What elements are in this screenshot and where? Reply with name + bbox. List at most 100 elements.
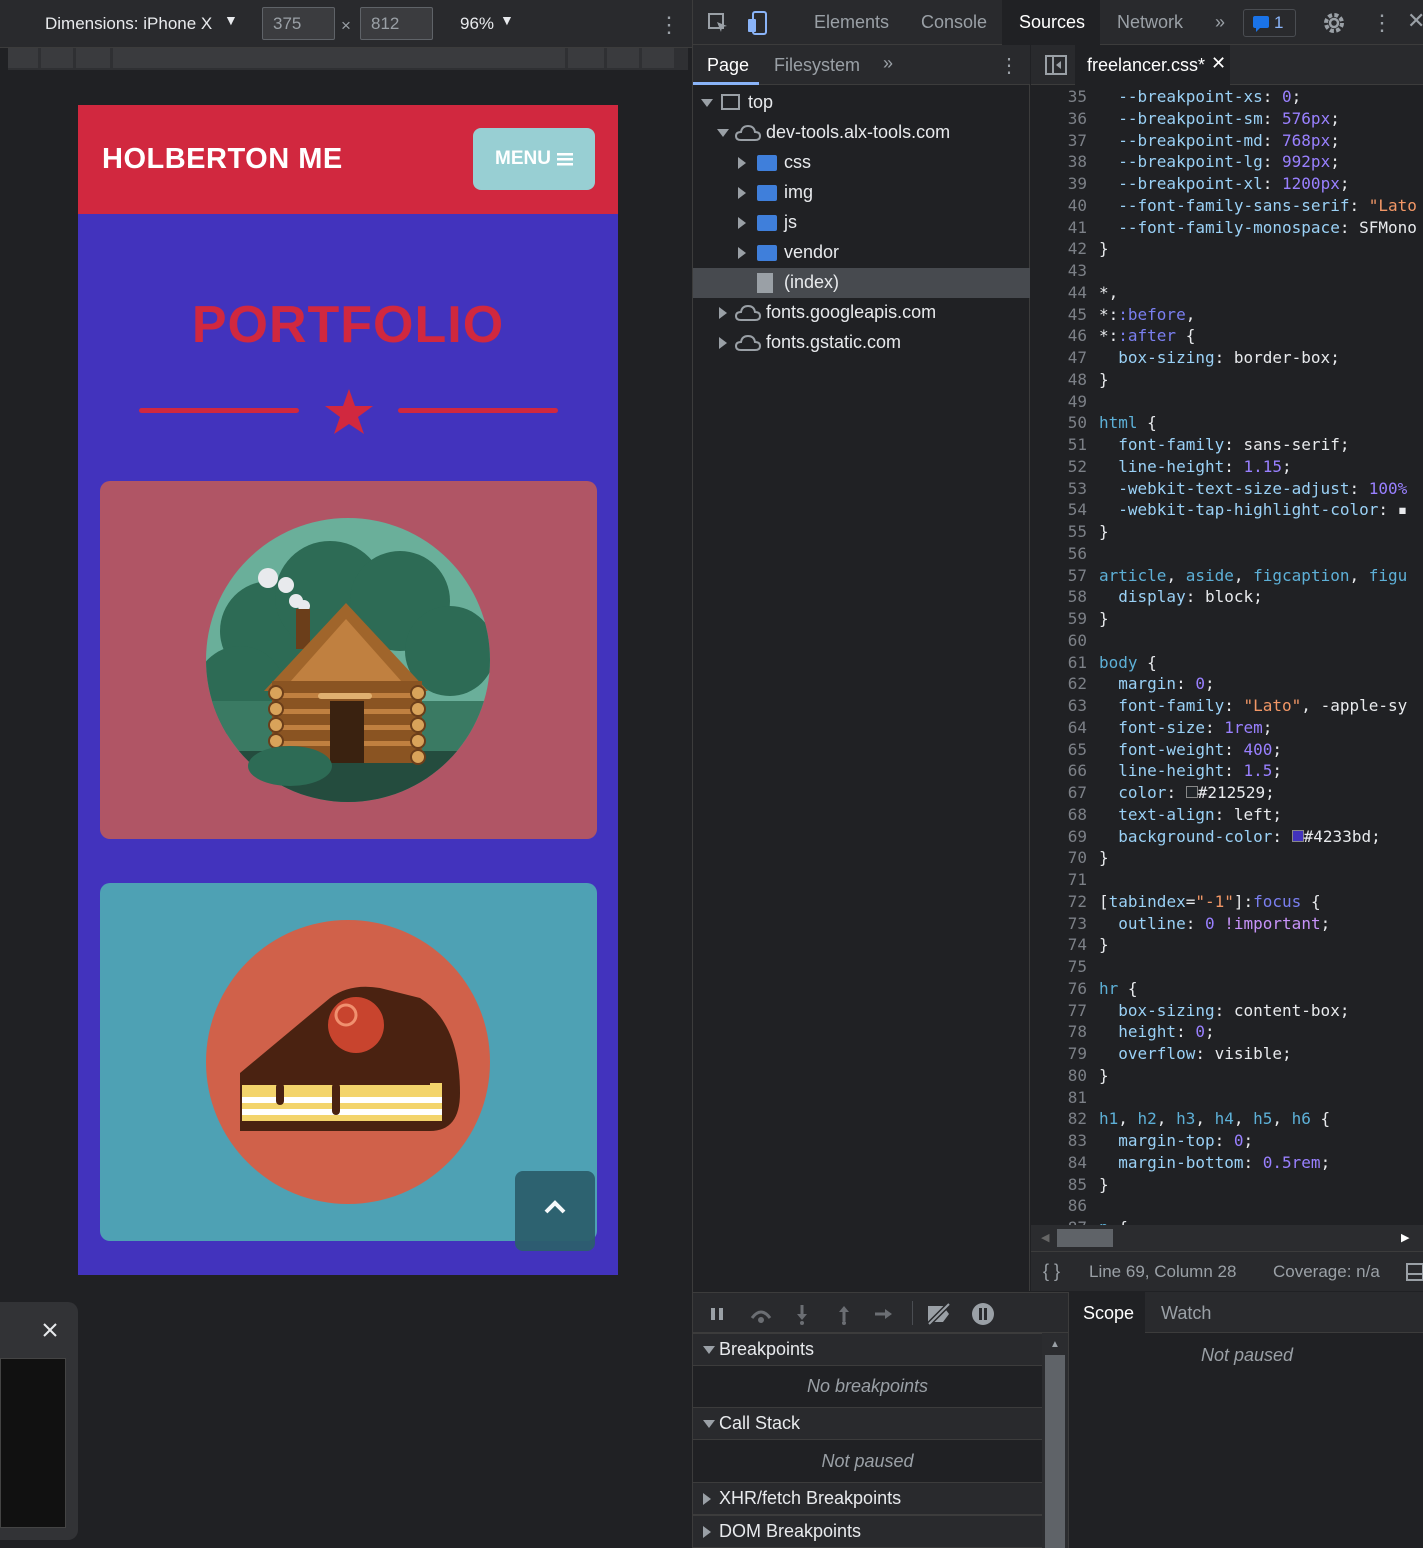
line-number[interactable]: 76: [1031, 979, 1087, 998]
tree-item-css[interactable]: css: [693, 148, 1030, 178]
line-number[interactable]: 61: [1031, 653, 1087, 672]
code-line[interactable]: 63 font-family: "Lato", -apple-sy: [1031, 696, 1423, 718]
tab-sources[interactable]: Sources: [1019, 12, 1085, 33]
code-line[interactable]: 69 background-color: #4233bd;: [1031, 827, 1423, 849]
line-number[interactable]: 81: [1031, 1088, 1087, 1107]
line-number[interactable]: 79: [1031, 1044, 1087, 1063]
line-number[interactable]: 75: [1031, 957, 1087, 976]
line-number[interactable]: 46: [1031, 326, 1087, 345]
code-line[interactable]: 85}: [1031, 1175, 1423, 1197]
line-number[interactable]: 56: [1031, 544, 1087, 563]
step-over-icon[interactable]: [748, 1304, 774, 1324]
line-number[interactable]: 82: [1031, 1109, 1087, 1128]
file-tab-freelancer[interactable]: freelancer.css* ✕: [1075, 45, 1230, 85]
code-line[interactable]: 46 *::after {: [1031, 326, 1423, 348]
portfolio-item-cabin[interactable]: [100, 481, 597, 839]
tab-filesystem[interactable]: Filesystem: [774, 55, 860, 76]
line-number[interactable]: 35: [1031, 87, 1087, 106]
line-number[interactable]: 60: [1031, 631, 1087, 650]
step-icon[interactable]: [873, 1305, 895, 1323]
tree-item-fonts-gstatic[interactable]: fonts.gstatic.com: [693, 328, 1030, 358]
dom-breakpoints-section[interactable]: DOM Breakpoints: [693, 1515, 1042, 1548]
code-line[interactable]: 51 font-family: sans-serif;: [1031, 435, 1423, 457]
code-line[interactable]: 70}: [1031, 848, 1423, 870]
line-number[interactable]: 40: [1031, 196, 1087, 215]
code-line[interactable]: 67 color: #212529;: [1031, 783, 1423, 805]
code-lines[interactable]: 35 --breakpoint-xs: 0; 36 --breakpoint-sm…: [1031, 85, 1423, 1225]
scroll-to-top-button[interactable]: [515, 1171, 595, 1251]
code-line[interactable]: 57 article, aside, figcaption, figu: [1031, 566, 1423, 588]
code-line[interactable]: 41 --font-family-monospace: SFMono: [1031, 218, 1423, 240]
zoom-dropdown[interactable]: 96%: [460, 14, 494, 34]
line-number[interactable]: 78: [1031, 1022, 1087, 1041]
tree-item-index[interactable]: (index): [693, 268, 1030, 298]
code-line[interactable]: 86: [1031, 1196, 1423, 1218]
pretty-print-icon[interactable]: { }: [1043, 1261, 1060, 1282]
code-line[interactable]: 50 html {: [1031, 413, 1423, 435]
line-number[interactable]: 77: [1031, 1001, 1087, 1020]
line-number[interactable]: 45: [1031, 305, 1087, 324]
menu-button[interactable]: MENU: [473, 128, 595, 190]
sidebar-scrollbar[interactable]: ▲: [1042, 1333, 1068, 1548]
issues-button[interactable]: 1: [1243, 9, 1296, 37]
code-line[interactable]: 73 outline: 0 !important;: [1031, 914, 1423, 936]
close-tab-icon[interactable]: ✕: [1211, 53, 1226, 74]
step-out-icon[interactable]: [835, 1303, 853, 1325]
code-line[interactable]: 43: [1031, 261, 1423, 283]
call-stack-section[interactable]: Call Stack: [693, 1407, 1042, 1440]
line-number[interactable]: 65: [1031, 740, 1087, 759]
height-input[interactable]: 812: [360, 7, 433, 40]
code-line[interactable]: 80}: [1031, 1066, 1423, 1088]
code-line[interactable]: 37 --breakpoint-md: 768px;: [1031, 131, 1423, 153]
line-number[interactable]: 42: [1031, 239, 1087, 258]
code-line[interactable]: 84 margin-bottom: 0.5rem;: [1031, 1153, 1423, 1175]
code-line[interactable]: 83 margin-top: 0;: [1031, 1131, 1423, 1153]
more-options-icon[interactable]: ⋮: [658, 12, 680, 38]
line-number[interactable]: 85: [1031, 1175, 1087, 1194]
code-line[interactable]: 45 *::before,: [1031, 305, 1423, 327]
scrollbar-thumb[interactable]: [1057, 1229, 1113, 1247]
code-line[interactable]: 53 -webkit-text-size-adjust: 100%: [1031, 479, 1423, 501]
line-number[interactable]: 59: [1031, 609, 1087, 628]
deactivate-breakpoints-icon[interactable]: [925, 1302, 953, 1326]
code-line[interactable]: 66 line-height: 1.5;: [1031, 761, 1423, 783]
code-line[interactable]: 64 font-size: 1rem;: [1031, 718, 1423, 740]
line-number[interactable]: 43: [1031, 261, 1087, 280]
coverage-status[interactable]: Coverage: n/a: [1273, 1262, 1380, 1282]
line-number[interactable]: 50: [1031, 413, 1087, 432]
code-line[interactable]: 44 *,: [1031, 283, 1423, 305]
code-line[interactable]: 52 line-height: 1.15;: [1031, 457, 1423, 479]
line-number[interactable]: 39: [1031, 174, 1087, 193]
code-line[interactable]: 61 body {: [1031, 653, 1423, 675]
line-number[interactable]: 48: [1031, 370, 1087, 389]
code-line[interactable]: 77 box-sizing: content-box;: [1031, 1001, 1423, 1023]
code-line[interactable]: 48}: [1031, 370, 1423, 392]
code-line[interactable]: 49: [1031, 392, 1423, 414]
code-line[interactable]: 71: [1031, 870, 1423, 892]
line-number[interactable]: 73: [1031, 914, 1087, 933]
line-number[interactable]: 54: [1031, 500, 1087, 519]
code-line[interactable]: 74}: [1031, 935, 1423, 957]
line-number[interactable]: 74: [1031, 935, 1087, 954]
tab-console[interactable]: Console: [921, 12, 987, 33]
line-number[interactable]: 41: [1031, 218, 1087, 237]
tree-item-top[interactable]: top: [693, 88, 1030, 118]
code-line[interactable]: 72 [tabindex="-1"]:focus {: [1031, 892, 1423, 914]
breakpoints-section[interactable]: Breakpoints: [693, 1333, 1042, 1366]
code-line[interactable]: 47 box-sizing: border-box;: [1031, 348, 1423, 370]
line-number[interactable]: 80: [1031, 1066, 1087, 1085]
line-number[interactable]: 71: [1031, 870, 1087, 889]
tab-scope[interactable]: Scope: [1083, 1303, 1134, 1324]
line-number[interactable]: 38: [1031, 152, 1087, 171]
code-line[interactable]: 76 hr {: [1031, 979, 1423, 1001]
line-number[interactable]: 83: [1031, 1131, 1087, 1150]
line-number[interactable]: 51: [1031, 435, 1087, 454]
close-devtools-icon[interactable]: ✕: [1407, 8, 1423, 34]
line-number[interactable]: 66: [1031, 761, 1087, 780]
more-navigator-tabs-icon[interactable]: »: [883, 53, 893, 74]
tab-page[interactable]: Page: [707, 55, 749, 76]
line-number[interactable]: 49: [1031, 392, 1087, 411]
code-line[interactable]: 75: [1031, 957, 1423, 979]
code-line[interactable]: 55}: [1031, 522, 1423, 544]
line-number[interactable]: 53: [1031, 479, 1087, 498]
